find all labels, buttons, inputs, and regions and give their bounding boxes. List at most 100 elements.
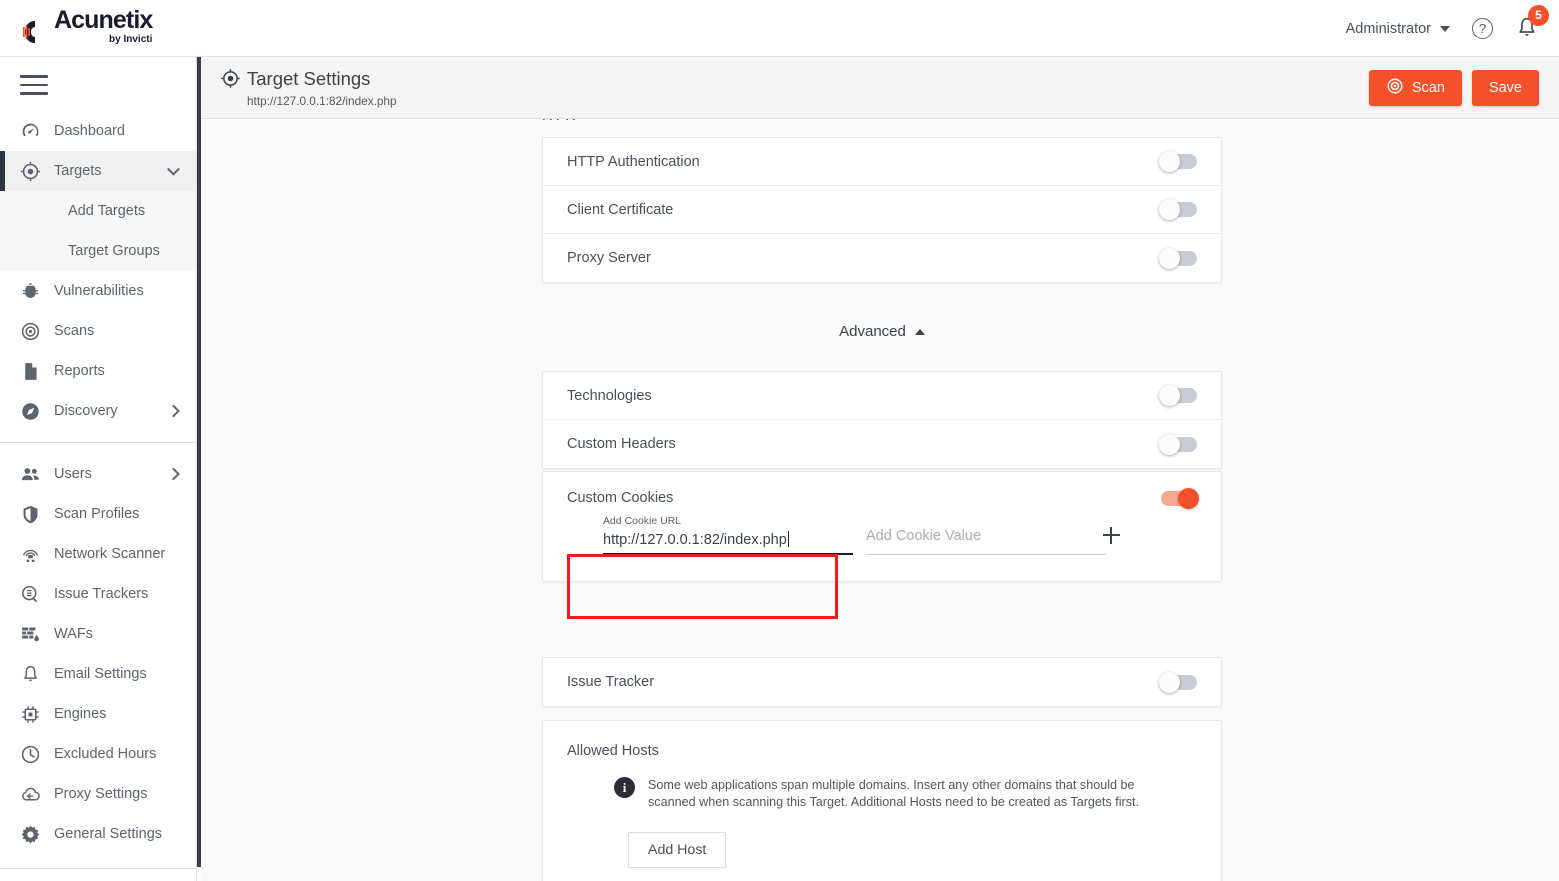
row-technologies: Technologies [543, 372, 1221, 420]
sidebar-item-label: Discovery [54, 403, 118, 419]
cookie-url-field: Add Cookie URL http://127.0.0.1:82/index… [603, 516, 853, 555]
allowed-hosts-info-text: Some web applications span multiple doma… [648, 778, 1139, 809]
chevron-up-icon [914, 328, 925, 335]
sidebar-item-wafs[interactable]: WAFs [0, 614, 196, 654]
add-cookie-button[interactable] [1099, 523, 1123, 547]
issue-tracker-icon [20, 584, 50, 605]
gear-icon [20, 824, 50, 845]
radar-icon [1386, 77, 1404, 99]
help-icon[interactable]: ? [1472, 18, 1493, 39]
main-content: HTTP HTTP Authentication Client Certific… [201, 119, 1559, 881]
advanced-settings-card: Technologies Custom Headers [542, 371, 1222, 469]
row-label: Issue Tracker [567, 674, 655, 690]
sidebar: Dashboard Targets Add Targets Target Gro… [0, 57, 197, 881]
cookie-url-label: Add Cookie URL [603, 516, 682, 527]
sidebar-item-targets[interactable]: Targets [0, 151, 196, 191]
row-label: HTTP Authentication [567, 153, 700, 170]
issue-tracker-toggle[interactable] [1159, 671, 1197, 693]
cookie-value-input[interactable]: Add Cookie Value [866, 528, 1106, 555]
users-icon [20, 464, 50, 485]
chevron-right-icon [167, 467, 180, 481]
allowed-hosts-card: Allowed Hosts i Some web applications sp… [542, 720, 1222, 881]
sidebar-item-target-groups[interactable]: Target Groups [0, 231, 196, 271]
sidebar-item-label: Targets [54, 163, 102, 179]
custom-cookies-toggle[interactable] [1161, 487, 1199, 509]
save-button[interactable]: Save [1471, 70, 1539, 106]
row-label: Client Certificate [567, 201, 674, 218]
http-settings-card: HTTP Authentication Client Certificate P… [542, 137, 1222, 283]
chip-icon [20, 704, 50, 725]
row-client-certificate: Client Certificate [543, 186, 1221, 234]
shield-icon [20, 504, 50, 525]
sidebar-item-users[interactable]: Users [0, 454, 196, 494]
target-icon [20, 161, 50, 182]
cookie-url-input[interactable]: http://127.0.0.1:82/index.php [603, 531, 853, 555]
bug-icon [20, 281, 50, 302]
technologies-toggle[interactable] [1159, 385, 1197, 406]
user-menu-label[interactable]: Administrator [1346, 21, 1431, 37]
sidebar-item-network-scanner[interactable]: Network Scanner [0, 534, 196, 574]
sidebar-item-label: Scans [54, 323, 95, 339]
text-cursor [787, 531, 789, 547]
sidebar-item-label: Network Scanner [54, 546, 166, 562]
sidebar-item-label: Excluded Hours [54, 746, 157, 762]
row-custom-headers: Custom Headers [543, 420, 1221, 468]
row-label: Custom Headers [567, 436, 676, 452]
sidebar-item-issue-trackers[interactable]: Issue Trackers [0, 574, 196, 614]
sidebar-item-label: General Settings [54, 826, 163, 842]
sidebar-item-scan-profiles[interactable]: Scan Profiles [0, 494, 196, 534]
sidebar-item-discovery[interactable]: Discovery [0, 391, 196, 431]
document-icon [20, 361, 50, 382]
page-header: Target Settings http://127.0.0.1:82/inde… [201, 57, 1559, 119]
chevron-right-icon [167, 404, 180, 418]
bell-icon [20, 664, 50, 685]
network-scanner-icon [20, 544, 50, 565]
sidebar-item-scans[interactable]: Scans [0, 311, 196, 351]
advanced-section-toggle[interactable]: Advanced [542, 323, 1222, 340]
sidebar-item-add-targets[interactable]: Add Targets [0, 191, 196, 231]
custom-headers-toggle[interactable] [1159, 433, 1197, 455]
compass-icon [20, 401, 50, 422]
row-label: Proxy Server [567, 250, 651, 266]
client-certificate-toggle[interactable] [1159, 199, 1197, 220]
sidebar-item-label: Engines [54, 706, 107, 722]
sidebar-subitem-label: Target Groups [68, 243, 160, 259]
row-issue-tracker: Issue Tracker [543, 658, 1221, 706]
sidebar-item-reports[interactable]: Reports [0, 351, 196, 391]
sidebar-scrollbar[interactable] [197, 57, 201, 867]
chevron-down-icon[interactable] [1440, 25, 1450, 32]
sidebar-subitem-label: Add Targets [68, 203, 146, 219]
acunetix-app: Acunetix by Invicti Administrator ? 5 Da… [0, 0, 1559, 881]
cookie-value-field: Add Cookie Value [866, 528, 1106, 555]
sidebar-item-general-settings[interactable]: General Settings [0, 814, 196, 854]
allowed-hosts-title: Allowed Hosts [567, 743, 659, 759]
sidebar-item-label: Issue Trackers [54, 586, 149, 602]
sidebar-item-label: Dashboard [54, 123, 125, 139]
sidebar-item-label: Email Settings [54, 666, 147, 682]
brand-logo[interactable]: Acunetix by Invicti [22, 6, 153, 45]
http-section-title: HTTP [542, 119, 582, 124]
proxy-server-toggle[interactable] [1159, 247, 1197, 269]
clock-icon [20, 744, 50, 765]
cookie-url-value: http://127.0.0.1:82/index.php [603, 532, 787, 548]
sidebar-item-vulnerabilities[interactable]: Vulnerabilities [0, 271, 196, 311]
sidebar-item-email-settings[interactable]: Email Settings [0, 654, 196, 694]
page-header-actions: Scan Save [1368, 70, 1539, 106]
sidebar-item-engines[interactable]: Engines [0, 694, 196, 734]
sidebar-item-dashboard[interactable]: Dashboard [0, 111, 196, 151]
brand-name: Acunetix [54, 6, 153, 34]
row-http-authentication: HTTP Authentication [543, 138, 1221, 186]
issue-tracker-card: Issue Tracker [542, 657, 1222, 707]
custom-cookies-label: Custom Cookies [567, 490, 674, 506]
http-authentication-toggle[interactable] [1159, 151, 1197, 172]
sidebar-item-proxy-settings[interactable]: Proxy Settings [0, 774, 196, 814]
notifications-bell-icon[interactable]: 5 [1515, 4, 1549, 42]
row-proxy-server: Proxy Server [543, 234, 1221, 282]
scan-button[interactable]: Scan [1368, 70, 1462, 106]
radar-icon [20, 321, 50, 342]
custom-cookies-card: Custom Cookies Add Cookie URL http://127… [542, 471, 1222, 619]
add-host-button[interactable]: Add Host [628, 832, 727, 868]
cookie-value-placeholder: Add Cookie Value [866, 528, 982, 544]
sidebar-item-excluded-hours[interactable]: Excluded Hours [0, 734, 196, 774]
hamburger-menu-icon[interactable] [20, 75, 48, 95]
